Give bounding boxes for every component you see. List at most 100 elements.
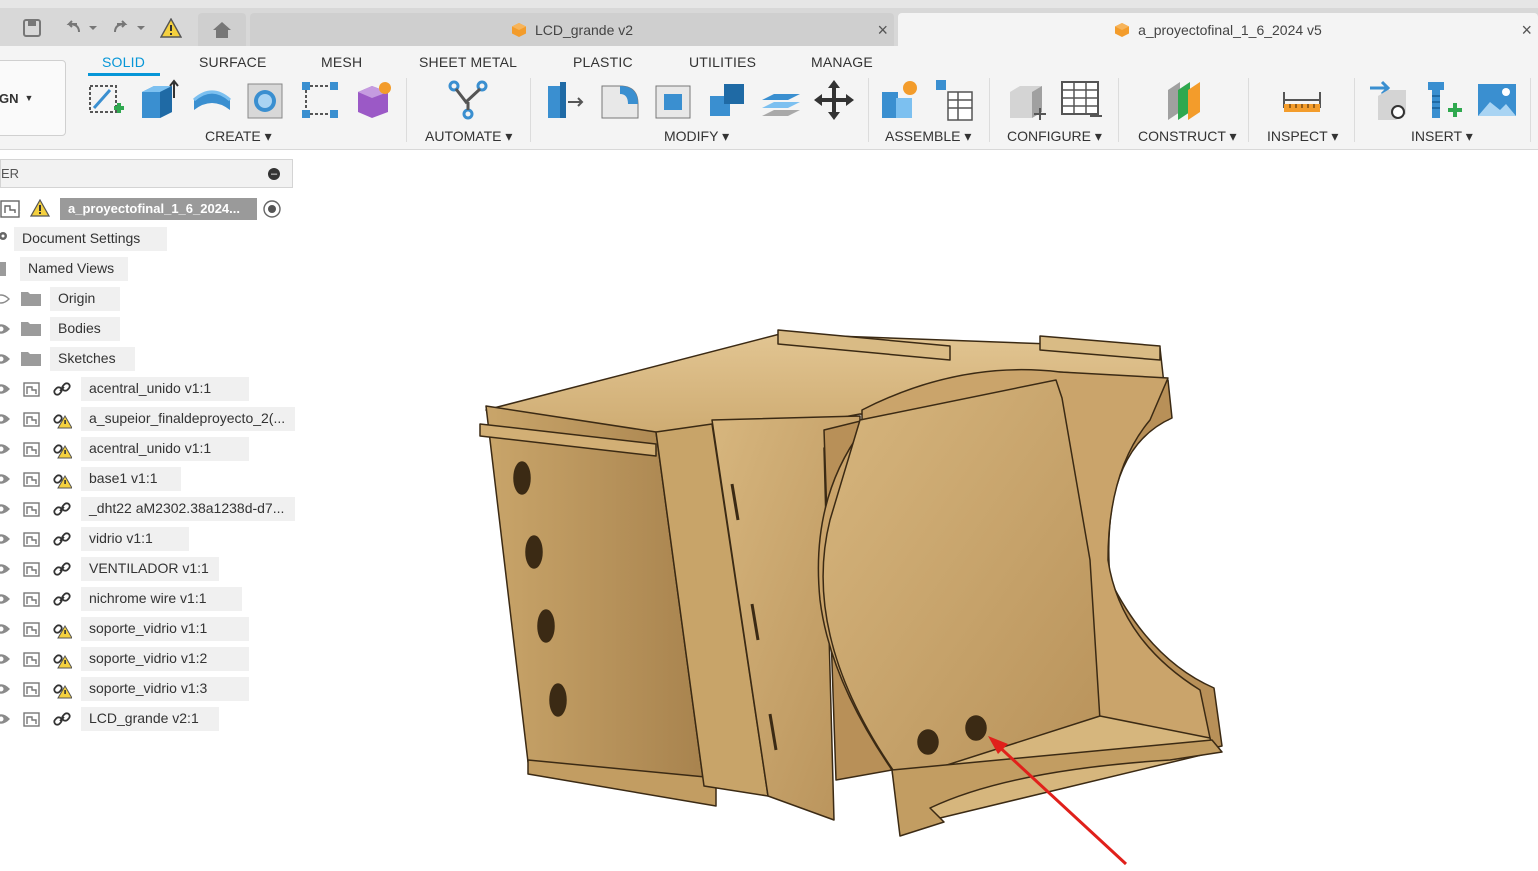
component-icon — [22, 709, 42, 729]
visibility-eye-icon[interactable] — [0, 469, 12, 489]
insert-mcmaster-icon[interactable] — [1422, 78, 1466, 122]
save-icon[interactable] — [18, 16, 46, 40]
measure-icon[interactable] — [1280, 78, 1324, 122]
ribbon-tab-mesh[interactable]: MESH — [321, 54, 362, 70]
visibility-eye-icon[interactable] — [0, 439, 12, 459]
browser-header[interactable]: ER – — [0, 159, 293, 188]
insert-derive-icon[interactable] — [1368, 78, 1412, 122]
ribbon-tab-solid[interactable]: SOLID — [102, 54, 145, 70]
visibility-eye-icon[interactable] — [0, 709, 12, 729]
move-copy-icon[interactable] — [812, 78, 856, 122]
press-pull-icon[interactable] — [544, 78, 588, 122]
combine-icon[interactable] — [706, 78, 750, 122]
ribbon-divider — [406, 78, 407, 142]
new-component-icon[interactable] — [878, 78, 922, 122]
group-modify[interactable]: MODIFY ▾ — [664, 128, 729, 145]
ribbon-divider — [1530, 78, 1531, 142]
job-status-warning-icon[interactable] — [158, 16, 184, 40]
component-icon — [22, 379, 42, 399]
group-construct[interactable]: CONSTRUCT ▾ — [1138, 128, 1237, 145]
undo-icon[interactable] — [60, 16, 100, 40]
visibility-eye-icon[interactable] — [0, 379, 12, 399]
home-tab[interactable] — [198, 13, 246, 47]
active-tab-indicator — [88, 73, 160, 76]
browser-item-label: LCD_grande v2:1 — [89, 710, 199, 726]
revolve-icon[interactable] — [190, 78, 234, 122]
link-warning-icon — [52, 679, 73, 699]
collapse-browser-icon[interactable]: – — [268, 167, 280, 180]
joint-table-icon[interactable] — [932, 78, 976, 122]
visibility-eye-icon[interactable] — [0, 529, 12, 549]
browser-item-label: _dht22 aM2302.38a1238d-d7... — [89, 500, 285, 516]
visibility-eye-icon[interactable] — [0, 319, 12, 339]
group-create[interactable]: CREATE ▾ — [205, 128, 272, 145]
create-sketch-icon[interactable] — [84, 78, 128, 122]
browser-item-label: VENTILADOR v1:1 — [89, 560, 209, 576]
ribbon-tab-sheet-metal[interactable]: SHEET METAL — [419, 54, 517, 70]
visibility-eye-icon[interactable] — [0, 559, 12, 579]
link-warning-icon — [52, 409, 73, 429]
visibility-eye-icon[interactable] — [0, 499, 12, 519]
ribbon-tab-utilities[interactable]: UTILITIES — [689, 54, 756, 70]
group-assemble[interactable]: ASSEMBLE ▾ — [885, 128, 971, 145]
shell-icon[interactable] — [652, 78, 696, 122]
workspace-switcher[interactable]: GN ▼ — [0, 60, 66, 136]
folder-icon — [0, 259, 16, 279]
visibility-eye-icon[interactable] — [0, 679, 12, 699]
browser-item-label: soporte_vidrio v1:1 — [89, 620, 208, 636]
link-warning-icon — [52, 649, 73, 669]
ribbon-divider — [530, 78, 531, 142]
group-inspect[interactable]: INSPECT ▾ — [1267, 128, 1338, 145]
link-warning-icon — [52, 469, 73, 489]
create-form-icon[interactable] — [352, 78, 396, 122]
pattern-icon[interactable] — [298, 78, 342, 122]
automate-icon[interactable] — [446, 78, 490, 122]
close-tab-icon[interactable]: × — [1521, 20, 1532, 41]
extrude-icon[interactable] — [136, 78, 180, 122]
canvas-viewport[interactable] — [300, 150, 1538, 868]
folder-icon — [20, 319, 41, 339]
browser-item-label: soporte_vidrio v1:2 — [89, 650, 208, 666]
visibility-eye-icon[interactable] — [0, 349, 12, 369]
visibility-eye-icon[interactable] — [0, 589, 12, 609]
browser-item-label: soporte_vidrio v1:3 — [89, 680, 208, 696]
component-icon — [22, 439, 42, 459]
redo-icon[interactable] — [108, 16, 148, 40]
configure-icon[interactable] — [1006, 78, 1050, 122]
group-insert[interactable]: INSERT ▾ — [1411, 128, 1473, 145]
browser-item-label: Sketches — [58, 350, 116, 366]
hole-icon[interactable] — [244, 78, 288, 122]
top-strip — [0, 0, 1538, 8]
activate-radio-icon[interactable] — [262, 199, 282, 219]
ribbon-tab-surface[interactable]: SURFACE — [199, 54, 267, 70]
visibility-eye-icon[interactable] — [0, 649, 12, 669]
home-icon — [213, 22, 231, 38]
insert-canvas-icon[interactable] — [1476, 78, 1520, 122]
visibility-eye-icon[interactable] — [0, 619, 12, 639]
browser-item-label: Document Settings — [22, 230, 141, 246]
hidden-eye-icon[interactable] — [0, 289, 12, 309]
offset-plane-icon[interactable] — [1162, 78, 1206, 122]
component-icon — [22, 559, 42, 579]
expand-toggle-icon[interactable] — [0, 199, 22, 219]
model-view[interactable] — [300, 150, 1538, 868]
browser-item-label: vidrio v1:1 — [89, 530, 153, 546]
offset-face-icon[interactable] — [760, 78, 804, 122]
component-cube-icon — [511, 23, 526, 37]
component-cube-icon — [1115, 23, 1130, 37]
ribbon-tab-manage[interactable]: MANAGE — [811, 54, 873, 70]
component-icon — [22, 499, 42, 519]
group-automate[interactable]: AUTOMATE ▾ — [425, 128, 512, 145]
link-icon — [52, 709, 72, 729]
configuration-table-icon[interactable] — [1060, 78, 1104, 122]
tab-lcd-grande[interactable]: LCD_grande v2 × — [250, 13, 894, 47]
visibility-eye-icon[interactable] — [0, 409, 12, 429]
group-configure[interactable]: CONFIGURE ▾ — [1007, 128, 1102, 145]
close-tab-icon[interactable]: × — [877, 20, 888, 41]
folder-icon — [20, 289, 41, 309]
ribbon-tab-plastic[interactable]: PLASTIC — [573, 54, 633, 70]
browser-item-label: acentral_unido v1:1 — [89, 380, 212, 396]
fillet-icon[interactable] — [598, 78, 642, 122]
tab-proyectofinal[interactable]: a_proyectofinal_1_6_2024 v5 × — [898, 13, 1538, 47]
browser-title: ER — [1, 166, 20, 181]
